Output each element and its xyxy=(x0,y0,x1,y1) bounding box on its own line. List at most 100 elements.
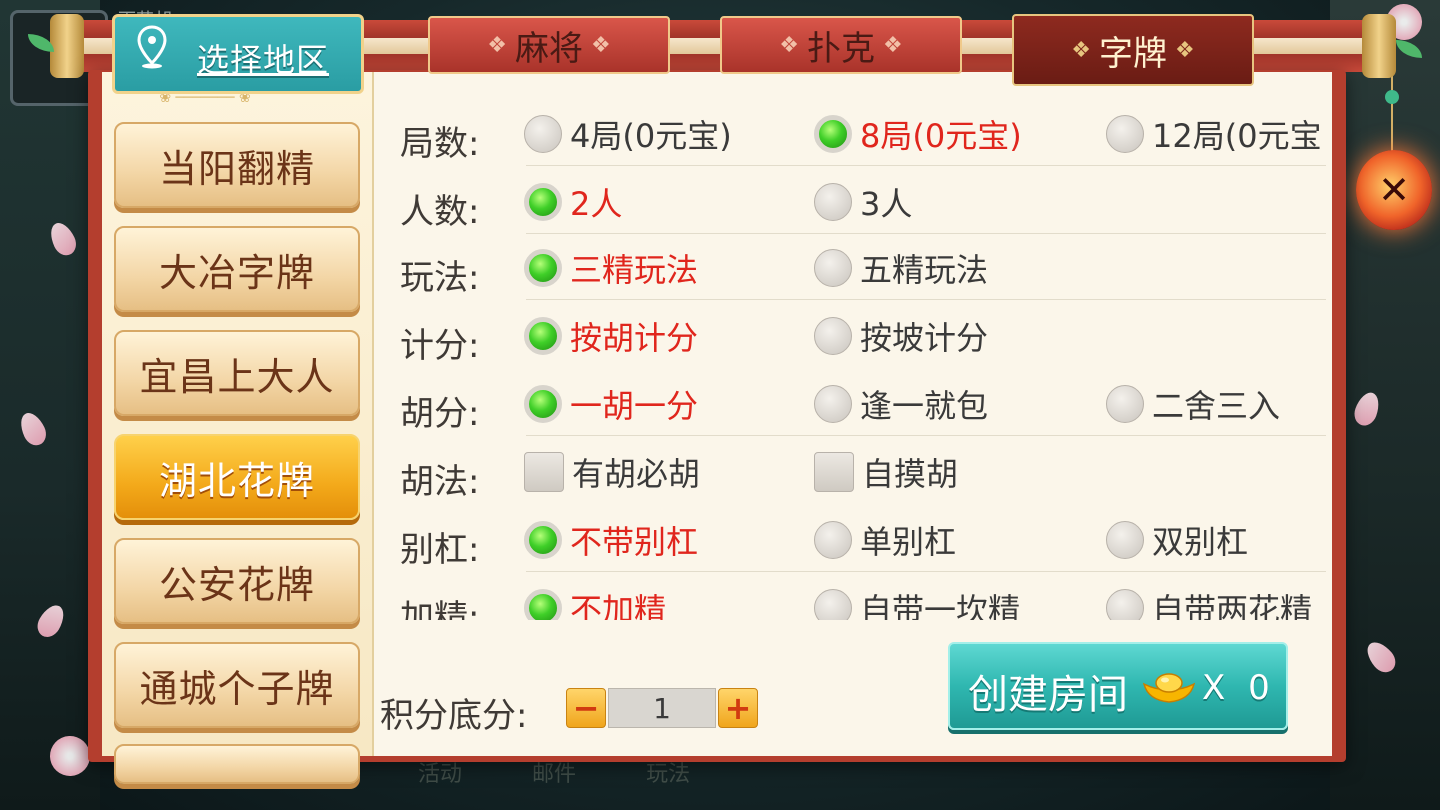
option-text: 二舍三入 xyxy=(1152,387,1281,425)
game-item-label: 湖北花牌 xyxy=(158,458,315,503)
radio-icon xyxy=(1106,589,1144,620)
option-label: 玩法: xyxy=(400,258,480,298)
create-room-button[interactable]: 创建房间 X 0 xyxy=(948,642,1288,730)
jade-ornament xyxy=(1385,90,1399,104)
option-text: 双别杠 xyxy=(1152,523,1249,561)
tab-poker[interactable]: ❖ 扑克 ❖ xyxy=(720,16,962,74)
option-radio[interactable]: 一胡一分 xyxy=(524,384,698,425)
option-text: 自带一坎精 xyxy=(860,591,1021,620)
option-radio[interactable]: 单别杠 xyxy=(814,520,957,561)
option-radio[interactable]: 2人 xyxy=(524,182,622,223)
option-label: 胡分: xyxy=(400,394,480,434)
option-radio[interactable]: 逢一就包 xyxy=(814,384,989,425)
radio-icon xyxy=(1106,115,1144,153)
option-row-players: 人数: 2人 3人 xyxy=(376,168,1326,234)
option-label: 人数: xyxy=(400,192,480,232)
game-item-gongan[interactable]: 公安花牌 xyxy=(114,538,360,624)
select-region-tab[interactable]: 选择地区 xyxy=(112,14,364,94)
row-divider xyxy=(526,435,1326,436)
radio-icon xyxy=(814,249,852,287)
row-divider xyxy=(526,571,1326,572)
option-radio[interactable]: 五精玩法 xyxy=(814,248,989,289)
option-text: 五精玩法 xyxy=(860,251,989,289)
option-label: 胡法: xyxy=(400,462,480,502)
option-row-rounds: 局数: 4局(0元宝) 8局(0元宝) 12局(0元宝 xyxy=(376,100,1326,166)
close-icon: ✕ xyxy=(1356,150,1432,230)
ornament-icon: ❖ xyxy=(883,32,903,58)
radio-icon xyxy=(814,183,852,221)
option-radio[interactable]: 不带别杠 xyxy=(524,520,699,561)
game-item-more[interactable] xyxy=(114,744,360,784)
tab-label: 扑克 xyxy=(807,28,875,69)
game-item-yichang[interactable]: 宜昌上大人 xyxy=(114,330,360,416)
game-item-label: 通城个子牌 xyxy=(139,666,335,711)
option-radio[interactable]: 4局(0元宝) xyxy=(524,114,732,155)
ornament-icon: ❖ xyxy=(779,32,799,58)
tab-mahjong[interactable]: ❖ 麻将 ❖ xyxy=(428,16,670,74)
select-region-label: 选择地区 xyxy=(197,41,330,79)
checkbox-icon xyxy=(524,452,564,492)
option-text: 不加精 xyxy=(570,591,667,620)
game-item-tongcheng[interactable]: 通城个子牌 xyxy=(114,642,360,728)
tab-zipai[interactable]: ❖ 字牌 ❖ xyxy=(1012,14,1254,86)
base-score-stepper: − 1 + xyxy=(566,688,758,728)
background-right xyxy=(1330,0,1440,810)
option-radio[interactable]: 按坡计分 xyxy=(814,316,989,357)
create-room-label: 创建房间 xyxy=(968,672,1128,718)
option-radio[interactable]: 3人 xyxy=(814,182,913,223)
option-text: 按坡计分 xyxy=(860,319,989,357)
option-radio[interactable]: 自带一坎精 xyxy=(814,588,1020,620)
game-item-daye[interactable]: 大冶字牌 xyxy=(114,226,360,312)
scroll-rod-cap-left xyxy=(50,14,84,78)
game-item-label: 宜昌上大人 xyxy=(139,354,335,399)
increment-button[interactable]: + xyxy=(718,688,758,728)
option-row-playstyle: 玩法: 三精玩法 五精玩法 xyxy=(376,234,1326,300)
option-text: 不带别杠 xyxy=(570,523,699,561)
option-radio[interactable]: 8局(0元宝) xyxy=(814,114,1022,155)
decrement-button[interactable]: − xyxy=(566,688,606,728)
radio-selected-icon xyxy=(524,589,562,620)
option-radio[interactable]: 双别杠 xyxy=(1106,520,1249,561)
ornament-icon: ❖ xyxy=(1071,37,1091,63)
option-text: 4局(0元宝) xyxy=(570,117,732,155)
ornament-icon: ❖ xyxy=(591,32,611,58)
option-checkbox[interactable]: 自摸胡 xyxy=(814,452,959,493)
option-row-hu-method: 胡法: 有胡必胡 自摸胡 xyxy=(376,438,1326,504)
option-text: 逢一就包 xyxy=(860,387,989,425)
option-text: 自摸胡 xyxy=(862,455,959,493)
row-divider xyxy=(526,165,1326,166)
rule-options: 局数: 4局(0元宝) 8局(0元宝) 12局(0元宝 人数: 2人 3人 玩法… xyxy=(376,100,1326,620)
option-row-scoring: 计分: 按胡计分 按坡计分 xyxy=(376,302,1326,368)
close-glyph: ✕ xyxy=(1378,168,1410,212)
option-row-jiajing: 加精: 不加精 自带一坎精 自带两花精 xyxy=(376,574,1326,620)
radio-icon xyxy=(1106,521,1144,559)
radio-selected-icon xyxy=(814,115,852,153)
option-text: 有胡必胡 xyxy=(572,455,701,493)
option-checkbox[interactable]: 有胡必胡 xyxy=(524,452,701,493)
option-row-hu-score: 胡分: 一胡一分 逢一就包 二舍三入 xyxy=(376,370,1326,436)
option-radio[interactable]: 12局(0元宝 xyxy=(1106,114,1322,155)
option-text: 按胡计分 xyxy=(570,319,699,357)
option-text: 3人 xyxy=(860,185,913,223)
location-pin-icon xyxy=(137,25,167,69)
game-item-dangyang[interactable]: 当阳翻精 xyxy=(114,122,360,208)
option-radio[interactable]: 二舍三入 xyxy=(1106,384,1281,425)
option-text: 三精玩法 xyxy=(570,251,699,289)
option-text: 单别杠 xyxy=(860,523,957,561)
game-item-hubei-huapai[interactable]: 湖北花牌 xyxy=(114,434,360,520)
close-button[interactable]: ✕ xyxy=(1356,150,1432,230)
radio-selected-icon xyxy=(524,317,562,355)
option-radio[interactable]: 按胡计分 xyxy=(524,316,699,357)
radio-selected-icon xyxy=(524,521,562,559)
option-text: 12局(0元宝 xyxy=(1152,117,1322,155)
option-row-biegang: 别杠: 不带别杠 单别杠 双别杠 xyxy=(376,506,1326,572)
tab-label: 字牌 xyxy=(1099,33,1167,74)
game-item-label: 公安花牌 xyxy=(158,562,315,607)
radio-icon xyxy=(814,521,852,559)
radio-selected-icon xyxy=(524,249,562,287)
option-radio[interactable]: 三精玩法 xyxy=(524,248,699,289)
option-radio[interactable]: 自带两花精 xyxy=(1106,588,1312,620)
option-label: 计分: xyxy=(400,326,480,366)
ornament-icon: ❖ xyxy=(487,32,507,58)
option-radio[interactable]: 不加精 xyxy=(524,588,666,620)
